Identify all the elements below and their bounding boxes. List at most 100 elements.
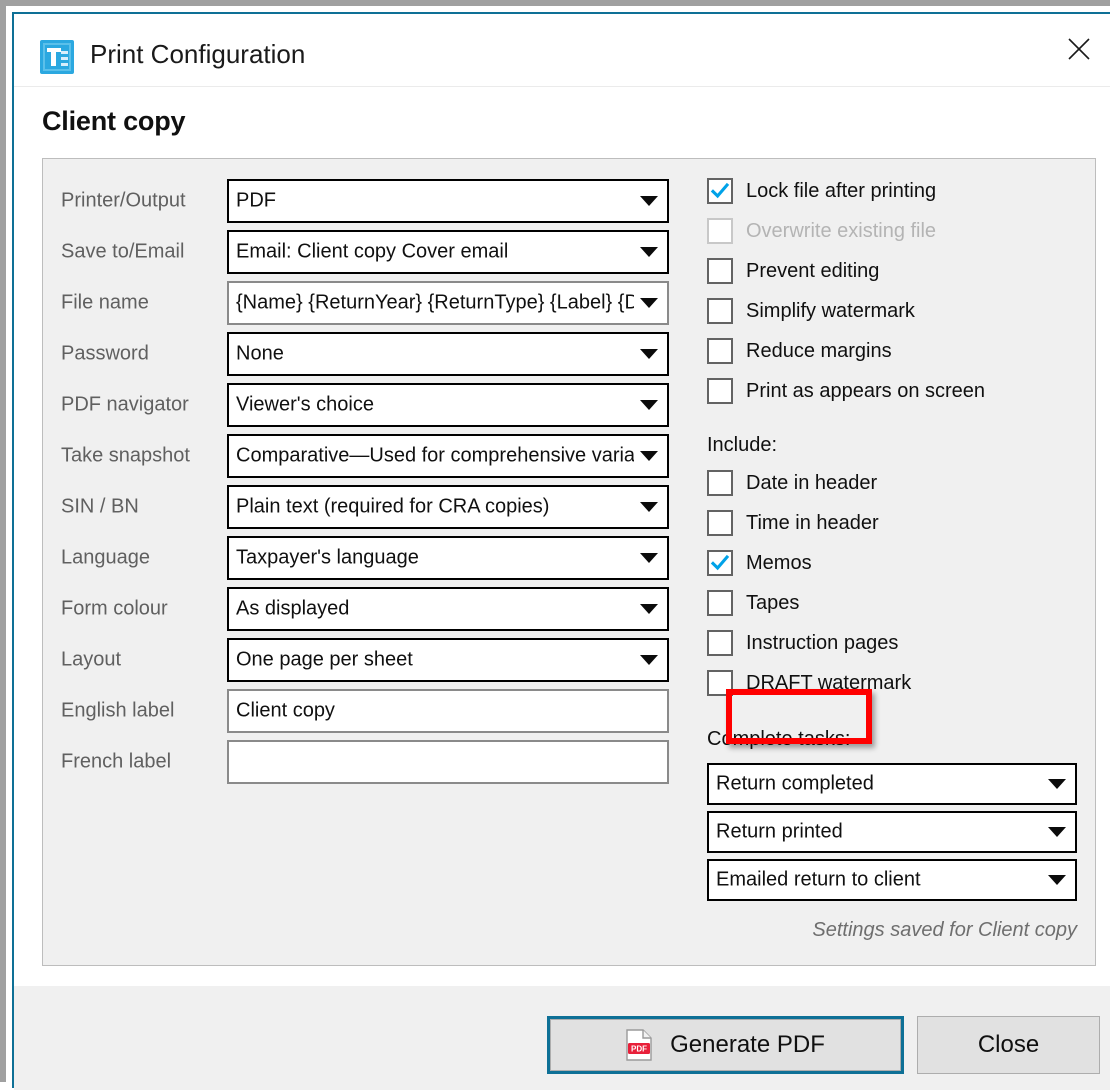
text-input[interactable]: Client copy <box>227 689 669 733</box>
complete-tasks-title: Complete tasks: <box>707 727 851 750</box>
file-option-item[interactable]: Lock file after printing <box>703 171 1085 211</box>
checkbox[interactable] <box>707 670 733 696</box>
dropdown-select[interactable]: One page per sheet <box>227 638 669 682</box>
control-value: As displayed <box>236 597 350 620</box>
task-value: Return completed <box>716 772 874 795</box>
control-value: One page per sheet <box>236 648 413 671</box>
include-option-item[interactable]: Memos <box>703 543 1085 583</box>
checkbox[interactable] <box>707 470 733 496</box>
chevron-down-icon[interactable] <box>1048 827 1066 837</box>
include-option-item[interactable]: Date in header <box>703 463 1085 503</box>
dropdown-select[interactable]: Viewer's choice <box>227 383 669 427</box>
file-option-item[interactable]: Simplify watermark <box>703 291 1085 331</box>
close-button[interactable]: Close <box>917 1016 1100 1074</box>
form-row: Language Taxpayer's language <box>61 536 685 580</box>
chevron-down-icon[interactable] <box>1048 875 1066 885</box>
control-value: Taxpayer's language <box>236 546 419 569</box>
title-bar: Print Configuration <box>14 14 1110 87</box>
file-option-item[interactable]: Print as appears on screen <box>703 371 1085 411</box>
task-value: Return printed <box>716 820 843 843</box>
checkbox-label: Reduce margins <box>746 339 892 362</box>
dropdown-select[interactable]: {Name} {ReturnYear} {ReturnType} {Label}… <box>227 281 669 325</box>
checkbox-label: Print as appears on screen <box>746 379 986 402</box>
dropdown-select[interactable]: Comparative—Used for comprehensive varia <box>227 434 669 478</box>
form-row-label: French label <box>61 750 172 773</box>
dropdown-select[interactable]: Plain text (required for CRA copies) <box>227 485 669 529</box>
options-column: Lock file after printing Overwrite existi… <box>703 171 1085 942</box>
dropdown-select[interactable]: Email: Client copy Cover email <box>227 230 669 274</box>
checkbox-label: Lock file after printing <box>746 179 937 202</box>
task-value: Emailed return to client <box>716 868 921 891</box>
control-value: Email: Client copy Cover email <box>236 240 509 263</box>
checkbox[interactable] <box>707 590 733 616</box>
chevron-down-icon[interactable] <box>640 502 658 512</box>
include-section-title: Include: <box>707 433 778 456</box>
chevron-down-icon[interactable] <box>640 349 658 359</box>
generate-pdf-button[interactable]: PDF Generate PDF <box>547 1016 904 1074</box>
print-configuration-window: Print Configuration Client copy Printer/… <box>0 0 1110 1090</box>
dropdown-select[interactable]: PDF <box>227 179 669 223</box>
form-row-label: Printer/Output <box>61 189 186 212</box>
checkbox-label: Prevent editing <box>746 259 880 282</box>
form-row: French label <box>61 740 685 784</box>
control-value: Viewer's choice <box>236 393 374 416</box>
checkbox <box>707 218 733 244</box>
checkbox[interactable] <box>707 550 733 576</box>
checkbox-label: Simplify watermark <box>746 299 915 322</box>
settings-panel: Printer/Output PDF Save to/Email Email: Cli… <box>42 158 1096 966</box>
task-dropdown-select[interactable]: Emailed return to client <box>707 859 1077 901</box>
chevron-down-icon[interactable] <box>640 400 658 410</box>
window-title: Print Configuration <box>90 39 306 69</box>
chevron-down-icon[interactable] <box>640 196 658 206</box>
chevron-down-icon[interactable] <box>640 298 658 308</box>
include-option-item[interactable]: Tapes <box>703 583 1085 623</box>
text-input[interactable] <box>227 740 669 784</box>
checkbox[interactable] <box>707 298 733 324</box>
file-option-item[interactable]: Reduce margins <box>703 331 1085 371</box>
checkbox[interactable] <box>707 178 733 204</box>
svg-text:PDF: PDF <box>631 1045 647 1054</box>
file-option-item[interactable]: Overwrite existing file <box>703 211 1085 251</box>
dropdown-select[interactable]: As displayed <box>227 587 669 631</box>
chevron-down-icon[interactable] <box>640 451 658 461</box>
checkbox[interactable] <box>707 510 733 536</box>
form-row: Password None <box>61 332 685 376</box>
form-row: Save to/Email Email: Client copy Cover em… <box>61 230 685 274</box>
chevron-down-icon[interactable] <box>640 553 658 563</box>
dropdown-select[interactable]: None <box>227 332 669 376</box>
include-options-group: Date in header Time in header Memos Tapes In… <box>703 463 1085 703</box>
task-dropdown-select[interactable]: Return completed <box>707 763 1077 805</box>
checkbox-label: Overwrite existing file <box>746 219 937 242</box>
form-row-label: Password <box>61 342 149 365</box>
chevron-down-icon[interactable] <box>1048 779 1066 789</box>
chevron-down-icon[interactable] <box>640 247 658 257</box>
checkbox[interactable] <box>707 338 733 364</box>
include-option-item[interactable]: Time in header <box>703 503 1085 543</box>
checkbox[interactable] <box>707 630 733 656</box>
dropdown-select[interactable]: Taxpayer's language <box>227 536 669 580</box>
complete-tasks-group: Return completed Return printed Emailed re… <box>703 763 1085 901</box>
chevron-down-icon[interactable] <box>640 655 658 665</box>
checkbox-label: Instruction pages <box>746 631 899 654</box>
task-dropdown-select[interactable]: Return printed <box>707 811 1077 853</box>
form-row-label: SIN / BN <box>61 495 139 518</box>
form-row-label: Layout <box>61 648 122 671</box>
form-row: Take snapshot Comparative—Used for compre… <box>61 434 685 478</box>
window-client-area: Print Configuration Client copy Printer/… <box>12 12 1110 1090</box>
form-row: File name {Name} {ReturnYear} {ReturnType… <box>61 281 685 325</box>
checkbox[interactable] <box>707 258 733 284</box>
checkbox-label: Tapes <box>746 591 800 614</box>
include-option-item[interactable]: DRAFT watermark <box>703 663 1085 703</box>
control-value: Comparative—Used for comprehensive varia <box>236 444 634 467</box>
form-row: English label Client copy <box>61 689 685 733</box>
form-row-label: File name <box>61 291 149 314</box>
file-option-item[interactable]: Prevent editing <box>703 251 1085 291</box>
form-row: SIN / BN Plain text (required for CRA cop… <box>61 485 685 529</box>
checkbox[interactable] <box>707 378 733 404</box>
include-option-item[interactable]: Instruction pages <box>703 623 1085 663</box>
checkbox-label: DRAFT watermark <box>746 671 912 694</box>
chevron-down-icon[interactable] <box>640 604 658 614</box>
close-icon[interactable] <box>1046 14 1110 84</box>
control-value: None <box>236 342 284 365</box>
checkbox-label: Date in header <box>746 471 878 494</box>
